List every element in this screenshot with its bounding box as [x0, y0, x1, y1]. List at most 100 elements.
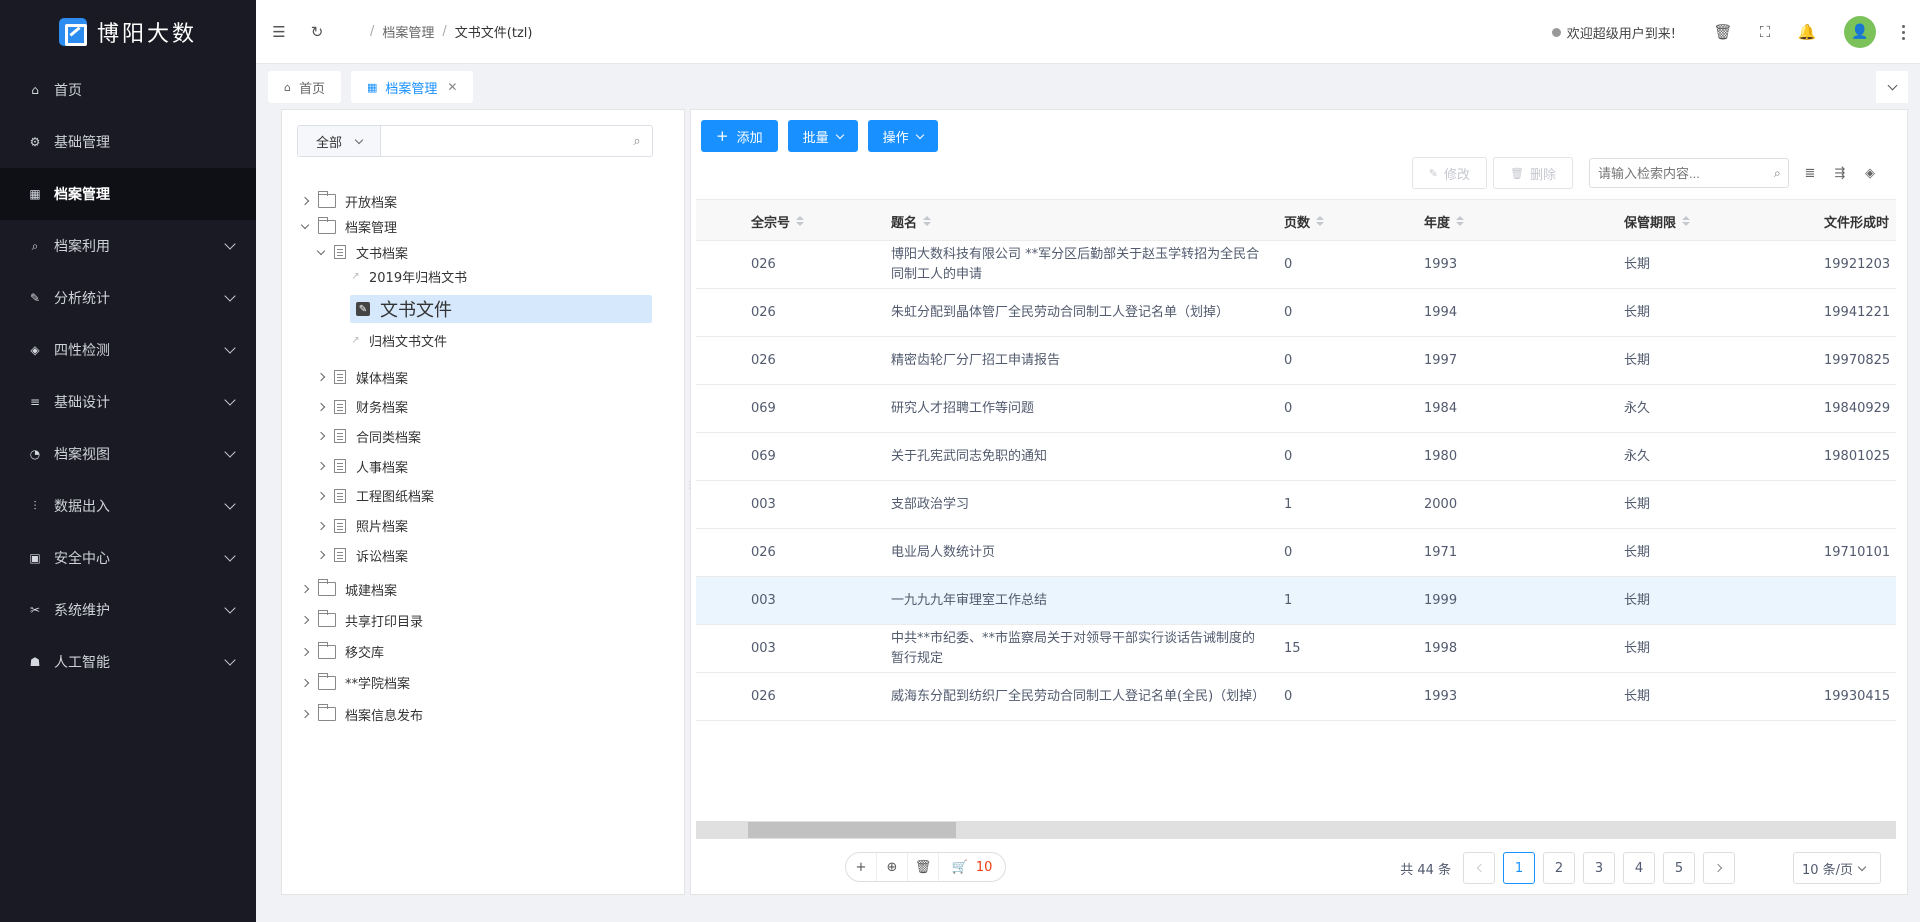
- tab-dropdown-button[interactable]: [1876, 71, 1908, 103]
- prev-page-button[interactable]: [1463, 852, 1495, 884]
- next-page-button[interactable]: [1703, 852, 1735, 884]
- tree-node[interactable]: 照片档案: [314, 513, 408, 539]
- table-row[interactable]: 026 精密齿轮厂分厂招工申请报告 0 1997 长期 19970825: [696, 337, 1896, 385]
- align-left-icon[interactable]: ≣: [1801, 166, 1819, 181]
- tree-node[interactable]: 人事档案: [314, 453, 408, 479]
- tree-node[interactable]: 共享打印目录: [298, 607, 423, 633]
- refresh-icon[interactable]: ↻: [308, 23, 326, 41]
- chevron-right-icon[interactable]: [298, 676, 312, 690]
- sidebar-item[interactable]: ▣ 安全中心: [0, 532, 256, 584]
- page-button[interactable]: 5: [1663, 852, 1695, 884]
- bell-icon[interactable]: 🔔: [1786, 11, 1828, 53]
- tag-icon[interactable]: ◈: [1861, 166, 1879, 181]
- column-header[interactable]: 全宗号: [751, 200, 805, 242]
- tree-node[interactable]: 诉讼档案: [314, 542, 408, 568]
- tree-node[interactable]: ✎ 文书文件: [350, 295, 652, 323]
- add-button[interactable]: + 添加: [701, 120, 778, 152]
- tree-search-input[interactable]: [381, 126, 622, 156]
- chevron-right-icon[interactable]: [298, 707, 312, 721]
- chevron-down-icon[interactable]: [314, 245, 328, 259]
- cart-button[interactable]: 🛒 10: [939, 853, 1005, 881]
- operations-dropdown-button[interactable]: 操作: [867, 120, 938, 152]
- sidebar-item[interactable]: ✂ 系统维护: [0, 584, 256, 636]
- page-size-select[interactable]: 10 条/页: [1793, 852, 1881, 884]
- sidebar-item[interactable]: ✎ 分析统计: [0, 272, 256, 324]
- tree-node[interactable]: ↗ 归档文书文件: [350, 327, 447, 353]
- add-circle-icon[interactable]: ⊕: [877, 853, 908, 881]
- columns-settings-icon[interactable]: ⇶: [1831, 166, 1849, 181]
- tree-node[interactable]: 媒体档案: [314, 364, 408, 390]
- page-button[interactable]: 3: [1583, 852, 1615, 884]
- tree-node[interactable]: 文书档案: [314, 239, 408, 265]
- table-row[interactable]: 069 研究人才招聘工作等问题 0 1984 永久 19840929: [696, 385, 1896, 433]
- sidebar-item[interactable]: ☗ 人工智能: [0, 636, 256, 688]
- table-row[interactable]: 026 博阳大数科技有限公司 **军分区后勤部关于赵玉学转招为全民合同制工人的申请…: [696, 241, 1896, 289]
- tree-node[interactable]: 档案管理: [298, 214, 397, 240]
- sidebar-item[interactable]: ≡ 基础设计: [0, 376, 256, 428]
- sidebar-item[interactable]: ⫶ 数据出入: [0, 480, 256, 532]
- table-row[interactable]: 003 支部政治学习 1 2000 长期: [696, 481, 1896, 529]
- close-icon[interactable]: ✕: [447, 80, 457, 94]
- tab-archive-management[interactable]: ▦ 档案管理 ✕: [351, 71, 474, 103]
- tree-node[interactable]: 移交库: [298, 639, 384, 665]
- tree-node[interactable]: 财务档案: [314, 394, 408, 420]
- chevron-right-icon[interactable]: [314, 429, 328, 443]
- sort-icon[interactable]: [1682, 216, 1691, 226]
- menu-fold-icon[interactable]: ☰: [270, 23, 288, 41]
- chevron-down-icon[interactable]: [298, 220, 312, 234]
- page-button[interactable]: 2: [1543, 852, 1575, 884]
- chevron-right-icon[interactable]: [314, 548, 328, 562]
- avatar[interactable]: 👤: [1844, 16, 1876, 48]
- sidebar-item[interactable]: ⌂ 首页: [0, 64, 256, 116]
- column-header[interactable]: 保管期限: [1624, 200, 1691, 242]
- search-icon[interactable]: ⌕: [1774, 166, 1781, 181]
- tab-home[interactable]: ⌂ 首页: [268, 71, 341, 103]
- sort-icon[interactable]: [923, 216, 932, 226]
- tree-node[interactable]: 开放档案: [298, 188, 397, 214]
- column-header[interactable]: 页数: [1284, 200, 1325, 242]
- search-icon[interactable]: ⌕: [622, 126, 652, 156]
- table-search-input[interactable]: [1598, 165, 1774, 181]
- chevron-right-icon[interactable]: [314, 400, 328, 414]
- tree-node[interactable]: 档案信息发布: [298, 701, 423, 727]
- tree-node[interactable]: ↗ 2019年归档文书: [350, 263, 467, 289]
- more-vertical-icon[interactable]: [1898, 24, 1908, 40]
- chevron-right-icon[interactable]: [314, 519, 328, 533]
- table-row[interactable]: 003 一九九九年审理室工作总结 1 1999 长期: [696, 577, 1896, 625]
- plus-icon[interactable]: +: [846, 853, 877, 881]
- table-row[interactable]: 069 关于孔宪武同志免职的通知 0 1980 永久 19801025: [696, 433, 1896, 481]
- batch-dropdown-button[interactable]: 批量: [787, 120, 858, 152]
- edit-button[interactable]: ✎ 修改: [1411, 157, 1488, 189]
- column-header[interactable]: 文件形成时: [1824, 200, 1889, 242]
- column-header[interactable]: 年度: [1424, 200, 1465, 242]
- trash-icon[interactable]: 🗑: [908, 853, 939, 881]
- scope-select[interactable]: 全部: [298, 126, 381, 156]
- table-row[interactable]: 026 电业局人数统计页 0 1971 长期 19710101: [696, 529, 1896, 577]
- chevron-right-icon[interactable]: [314, 370, 328, 384]
- sidebar-item[interactable]: ◔ 档案视图: [0, 428, 256, 480]
- sort-icon[interactable]: [796, 216, 805, 226]
- tree-node[interactable]: **学院档案: [298, 670, 410, 696]
- scrollbar-thumb[interactable]: [748, 822, 956, 838]
- sidebar-item[interactable]: ⚙ 基础管理: [0, 116, 256, 168]
- sort-icon[interactable]: [1456, 216, 1465, 226]
- chevron-right-icon[interactable]: [314, 489, 328, 503]
- horizontal-scrollbar[interactable]: [696, 821, 1896, 839]
- chevron-right-icon[interactable]: [314, 459, 328, 473]
- sidebar-item[interactable]: ▦ 档案管理: [0, 168, 256, 220]
- chevron-right-icon[interactable]: [298, 582, 312, 596]
- sidebar-item[interactable]: ◈ 四性检测: [0, 324, 256, 376]
- sort-icon[interactable]: [1316, 216, 1325, 226]
- table-row[interactable]: 026 威海东分配到纺织厂全民劳动合同制工人登记名单(全民)（划掉） 0 1993 长期…: [696, 673, 1896, 721]
- table-row[interactable]: 026 朱虹分配到晶体管厂全民劳动合同制工人登记名单（划掉） 0 1994 长期 1994…: [696, 289, 1896, 337]
- tree-node[interactable]: 工程图纸档案: [314, 483, 434, 509]
- trash-icon[interactable]: 🗑: [1702, 11, 1744, 53]
- page-button[interactable]: 1: [1503, 852, 1535, 884]
- breadcrumb-item[interactable]: 档案管理: [382, 22, 434, 41]
- tree-node[interactable]: 城建档案: [298, 576, 397, 602]
- tree-node[interactable]: 合同类档案: [314, 423, 421, 449]
- column-header[interactable]: 题名: [891, 200, 932, 242]
- logo[interactable]: 博阳大数: [0, 0, 256, 64]
- fullscreen-icon[interactable]: ⛶: [1744, 11, 1786, 53]
- chevron-right-icon[interactable]: [298, 645, 312, 659]
